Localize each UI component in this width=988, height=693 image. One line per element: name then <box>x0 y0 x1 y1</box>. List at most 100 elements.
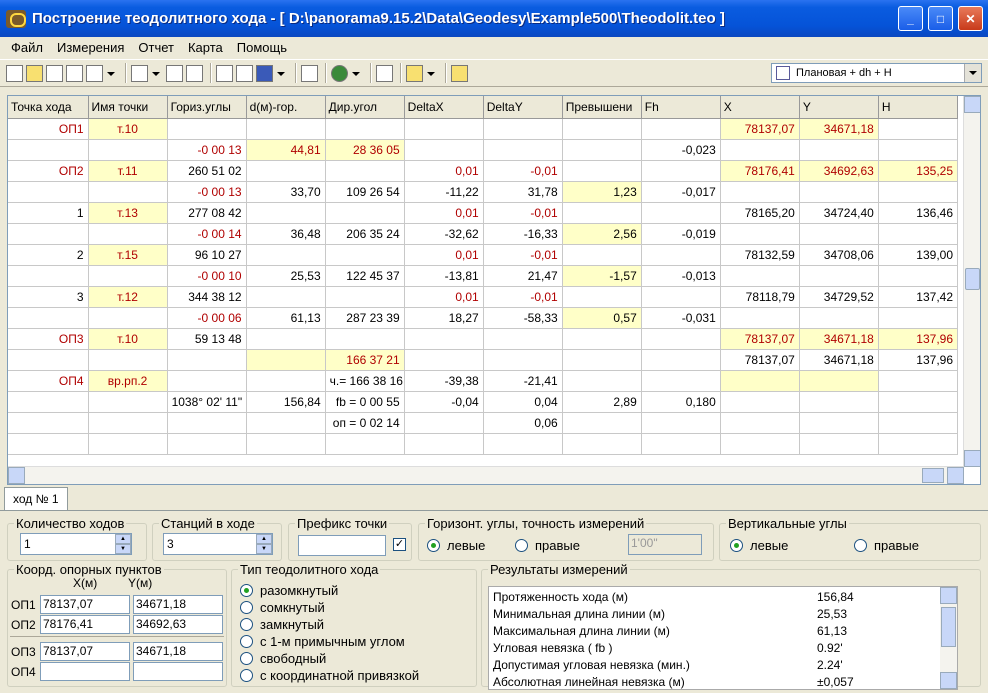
table-cell[interactable] <box>562 202 642 224</box>
table-cell[interactable] <box>799 139 879 161</box>
table-cell[interactable]: -0 00 13 <box>167 139 247 161</box>
column-header[interactable]: X <box>720 96 800 119</box>
mode-select[interactable]: Плановая + dh + H <box>771 63 982 83</box>
table-cell[interactable] <box>88 391 168 413</box>
table-cell[interactable]: 206 35 24 <box>325 223 405 245</box>
table-cell[interactable] <box>404 433 484 455</box>
table-cell[interactable]: 139,00 <box>878 244 959 266</box>
table-cell[interactable]: -0,01 <box>483 244 563 266</box>
column-header[interactable]: Превышени <box>562 96 642 119</box>
table-cell[interactable]: -0,04 <box>404 391 484 413</box>
vertical-right-radio[interactable]: правые <box>854 538 919 553</box>
table-cell[interactable] <box>641 370 721 392</box>
table-cell[interactable]: 78165,20 <box>720 202 800 224</box>
minimize-button[interactable]: _ <box>898 6 923 31</box>
table-cell[interactable]: 36,48 <box>246 223 326 245</box>
table-cell[interactable] <box>799 391 879 413</box>
table-cell[interactable]: т.15 <box>88 244 168 266</box>
scroll-down-button[interactable] <box>964 450 980 467</box>
table-cell[interactable] <box>562 412 642 434</box>
table-cell[interactable]: 156,84 <box>246 391 326 413</box>
table-cell[interactable]: 78132,59 <box>720 244 800 266</box>
table-cell[interactable] <box>8 412 89 434</box>
table-cell[interactable]: 96 10 27 <box>167 244 247 266</box>
column-header[interactable]: H <box>878 96 959 119</box>
table-cell[interactable] <box>562 328 642 350</box>
table-cell[interactable]: 122 45 37 <box>325 265 405 287</box>
table-cell[interactable]: ОП4 <box>8 370 89 392</box>
table-cell[interactable] <box>404 139 484 161</box>
table-cell[interactable]: 277 08 42 <box>167 202 247 224</box>
table-cell[interactable]: -11,22 <box>404 181 484 203</box>
table-cell[interactable] <box>404 328 484 350</box>
column-header[interactable]: Точка хода <box>8 96 89 119</box>
user-icon[interactable] <box>451 64 468 82</box>
traverse-grid[interactable]: Точка хода Имя точки Гориз.углы d(м)-гор. Ди… <box>7 95 981 485</box>
table-cell[interactable] <box>246 349 326 371</box>
table-cell[interactable]: 78118,79 <box>720 286 800 308</box>
table-cell[interactable]: -0 00 06 <box>167 307 247 329</box>
table-cell[interactable] <box>8 139 89 161</box>
table-cell[interactable]: 137,96 <box>878 349 959 371</box>
table-cell[interactable]: 1 <box>8 202 89 224</box>
menu-measurements[interactable]: Измерения <box>50 40 131 55</box>
table-cell[interactable] <box>325 118 405 140</box>
table-cell[interactable] <box>8 181 89 203</box>
table-cell[interactable] <box>799 307 879 329</box>
table-cell[interactable]: 2 <box>8 244 89 266</box>
table-cell[interactable]: т.13 <box>88 202 168 224</box>
scroll-thumb[interactable] <box>941 607 956 647</box>
table-cell[interactable]: 78137,07 <box>720 328 800 350</box>
vertical-left-radio[interactable]: левые <box>730 538 788 553</box>
chevron-down-icon[interactable] <box>426 65 435 82</box>
type-connected-radio[interactable]: сомкнутый <box>240 600 325 615</box>
table-cell[interactable] <box>483 328 563 350</box>
table-cell[interactable] <box>8 265 89 287</box>
table-cell[interactable] <box>799 265 879 287</box>
table-cell[interactable]: 25,53 <box>246 265 326 287</box>
table-cell[interactable]: т.11 <box>88 160 168 182</box>
table-cell[interactable]: 135,25 <box>878 160 959 182</box>
op4-y-input[interactable] <box>133 662 223 681</box>
table-cell[interactable] <box>246 328 326 350</box>
table-cell[interactable] <box>878 118 959 140</box>
table-cell[interactable]: 78176,41 <box>720 160 800 182</box>
window-icon[interactable] <box>376 64 393 82</box>
table-cell[interactable] <box>167 412 247 434</box>
op2-x-input[interactable]: 78176,41 <box>40 615 130 634</box>
table-cell[interactable]: 44,81 <box>246 139 326 161</box>
table-cell[interactable] <box>641 412 721 434</box>
table-cell[interactable]: -0,019 <box>641 223 721 245</box>
table-cell[interactable] <box>878 370 959 392</box>
table-cell[interactable]: 0,01 <box>404 160 484 182</box>
table-cell[interactable]: -32,62 <box>404 223 484 245</box>
table-cell[interactable] <box>641 118 721 140</box>
table-cell[interactable] <box>88 307 168 329</box>
table-cell[interactable]: 34671,18 <box>799 349 879 371</box>
table-cell[interactable] <box>878 433 959 455</box>
spin-up-icon[interactable]: ▲ <box>115 534 131 544</box>
stations-spinner[interactable]: 3 ▲ ▼ <box>163 533 273 555</box>
table-cell[interactable]: 287 23 39 <box>325 307 405 329</box>
table-cell[interactable] <box>325 202 405 224</box>
table-cell[interactable]: 34729,52 <box>799 286 879 308</box>
table-cell[interactable] <box>8 349 89 371</box>
table-cell[interactable] <box>878 265 959 287</box>
table-cell[interactable]: 34724,40 <box>799 202 879 224</box>
table-cell[interactable] <box>799 370 879 392</box>
table-cell[interactable]: 0,01 <box>404 286 484 308</box>
table-cell[interactable] <box>878 412 959 434</box>
table-cell[interactable] <box>878 181 959 203</box>
spin-down-icon[interactable]: ▼ <box>115 544 131 554</box>
table-cell[interactable] <box>483 118 563 140</box>
table-cell[interactable]: 0,06 <box>483 412 563 434</box>
table-cell[interactable] <box>246 202 326 224</box>
table-cell[interactable]: 78137,07 <box>720 349 800 371</box>
table-cell[interactable]: 0,04 <box>483 391 563 413</box>
tools-icon[interactable] <box>301 64 318 82</box>
table-cell[interactable]: 2,89 <box>562 391 642 413</box>
table-cell[interactable] <box>720 391 800 413</box>
table-cell[interactable] <box>562 244 642 266</box>
table-cell[interactable] <box>246 412 326 434</box>
table-cell[interactable] <box>641 349 721 371</box>
